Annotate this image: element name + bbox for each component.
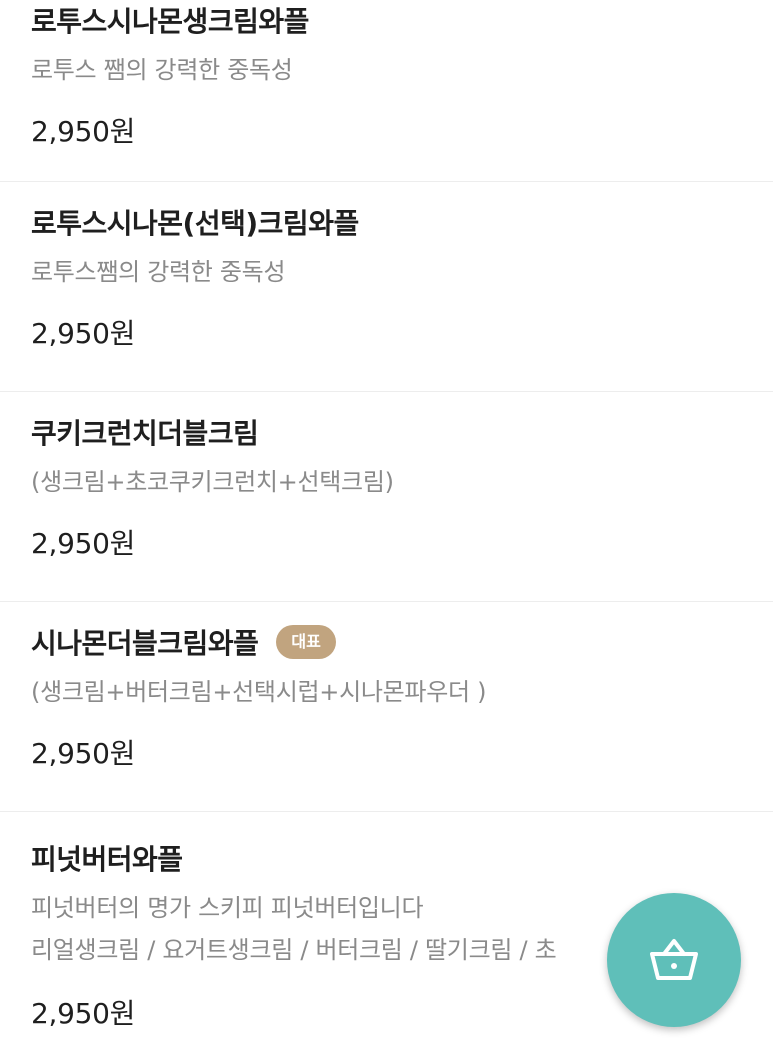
item-name: 피넛버터와플 xyxy=(31,843,183,876)
item-name: 로투스시나몬생크림와플 xyxy=(31,5,309,38)
item-name: 로투스시나몬(선택)크림와플 xyxy=(31,207,359,240)
item-description: (생크림+버터크림+선택시럽+시나몬파우더 ) xyxy=(31,678,487,706)
basket-icon xyxy=(650,939,698,980)
item-title-row: 시나몬더블크림와플 대표 xyxy=(31,622,336,662)
menu-item[interactable]: 시나몬더블크림와플 대표 (생크림+버터크림+선택시럽+시나몬파우더 ) 2,9… xyxy=(0,602,773,812)
item-name: 시나몬더블크림와플 xyxy=(31,627,259,660)
item-description: (생크림+초코쿠키크런치+선택크림) xyxy=(31,468,394,496)
item-description: 피넛버터의 명가 스키피 피넛버터입니다 xyxy=(31,894,424,922)
item-title-row: 로투스시나몬(선택)크림와플 xyxy=(31,202,359,242)
item-title-row: 피넛버터와플 xyxy=(31,838,183,878)
item-description: 로투스쨈의 강력한 중독성 xyxy=(31,258,286,286)
item-price: 2,950원 xyxy=(31,997,136,1030)
item-title-row: 쿠키크런치더블크림 xyxy=(31,412,259,452)
item-title-row: 로투스시나몬생크림와플 xyxy=(31,0,309,40)
menu-item[interactable]: 로투스시나몬생크림와플 로투스 쨈의 강력한 중독성 2,950원 xyxy=(0,0,773,182)
item-price: 2,950원 xyxy=(31,317,136,350)
cart-button[interactable] xyxy=(607,893,741,1027)
item-description: 로투스 쨈의 강력한 중독성 xyxy=(31,56,293,84)
item-price: 2,950원 xyxy=(31,115,136,148)
menu-list: 로투스시나몬생크림와플 로투스 쨈의 강력한 중독성 2,950원 로투스시나몬… xyxy=(0,0,773,1046)
item-price: 2,950원 xyxy=(31,737,136,770)
menu-item[interactable]: 로투스시나몬(선택)크림와플 로투스쨈의 강력한 중독성 2,950원 xyxy=(0,182,773,392)
signature-badge: 대표 xyxy=(276,625,336,659)
menu-item[interactable]: 쿠키크런치더블크림 (생크림+초코쿠키크런치+선택크림) 2,950원 xyxy=(0,392,773,602)
item-description: 리얼생크림 / 요거트생크림 / 버터크림 / 딸기크림 / 초 xyxy=(31,936,557,964)
item-price: 2,950원 xyxy=(31,527,136,560)
item-name: 쿠키크런치더블크림 xyxy=(31,417,259,450)
